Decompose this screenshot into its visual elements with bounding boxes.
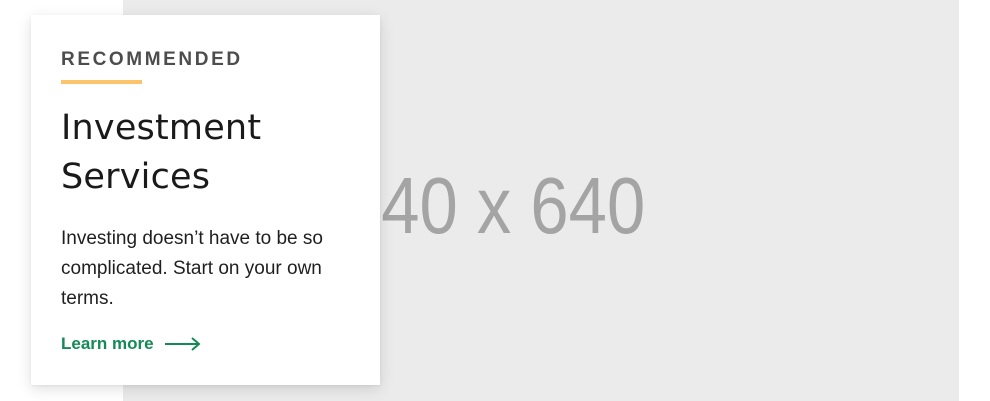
recommendation-card: RECOMMENDED Investment Services Investin…: [31, 15, 380, 385]
card-description: Investing doesn’t have to be so complica…: [61, 228, 323, 309]
card-title: Investment Services: [61, 104, 350, 202]
learn-more-link[interactable]: Learn more: [61, 334, 201, 354]
card-title-line-2: Services: [61, 157, 211, 197]
placeholder-image-label: 640 x 640: [343, 161, 646, 250]
learn-more-label: Learn more: [61, 334, 154, 353]
accent-divider: [61, 80, 142, 84]
eyebrow-label: RECOMMENDED: [61, 49, 243, 70]
arrow-right-icon: [164, 337, 201, 351]
promo-section: 640 x 640 RECOMMENDED Investment Service…: [0, 0, 990, 401]
card-title-line-1: Investment: [61, 108, 262, 148]
